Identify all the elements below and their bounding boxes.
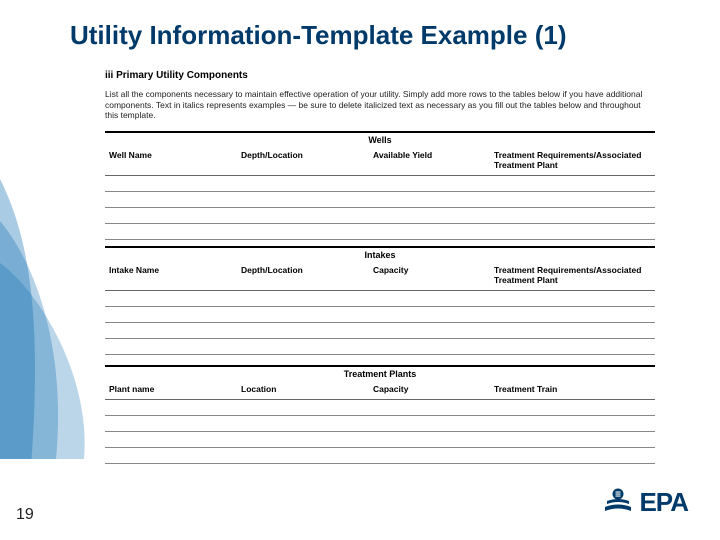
col-header: Available Yield xyxy=(369,147,490,176)
table-title: Intakes xyxy=(105,248,655,262)
table-row xyxy=(105,399,655,415)
table-treatment-plants: Treatment Plants Plant name Location Cap… xyxy=(105,365,655,464)
table-wells: Wells Well Name Depth/Location Available… xyxy=(105,131,655,240)
col-header: Location xyxy=(237,381,369,400)
sidebar-swoosh xyxy=(0,0,105,540)
col-header: Depth/Location xyxy=(237,147,369,176)
table-row xyxy=(105,431,655,447)
epa-logo-icon xyxy=(603,488,633,518)
table-row xyxy=(105,447,655,463)
col-header: Treatment Train xyxy=(490,381,655,400)
table-row xyxy=(105,415,655,431)
col-header: Capacity xyxy=(369,262,490,291)
table-row xyxy=(105,175,655,191)
col-header: Plant name xyxy=(105,381,237,400)
instruction-text: List all the components necessary to mai… xyxy=(105,89,655,121)
col-header: Capacity xyxy=(369,381,490,400)
table-row xyxy=(105,223,655,239)
table-title: Wells xyxy=(105,133,655,147)
table-row xyxy=(105,191,655,207)
slide-container: Utility Information-Template Example (1)… xyxy=(0,0,720,540)
table-row xyxy=(105,306,655,322)
slide-title: Utility Information-Template Example (1) xyxy=(70,20,690,51)
col-header: Well Name xyxy=(105,147,237,176)
epa-logo: EPA xyxy=(603,487,688,518)
table-row xyxy=(105,207,655,223)
table-intakes: Intakes Intake Name Depth/Location Capac… xyxy=(105,246,655,355)
section-num: iii xyxy=(105,70,113,81)
col-header: Treatment Requirements/Associated Treatm… xyxy=(490,147,655,176)
table-row xyxy=(105,322,655,338)
section-heading: iii Primary Utility Components xyxy=(105,70,655,81)
section-name: Primary Utility Components xyxy=(116,70,248,81)
col-header: Treatment Requirements/Associated Treatm… xyxy=(490,262,655,291)
table-row xyxy=(105,338,655,354)
page-number: 19 xyxy=(16,506,34,524)
template-content: iii Primary Utility Components List all … xyxy=(105,70,655,468)
col-header: Depth/Location xyxy=(237,262,369,291)
table-title: Treatment Plants xyxy=(105,367,655,381)
table-row xyxy=(105,290,655,306)
epa-logo-text: EPA xyxy=(639,487,688,518)
col-header: Intake Name xyxy=(105,262,237,291)
